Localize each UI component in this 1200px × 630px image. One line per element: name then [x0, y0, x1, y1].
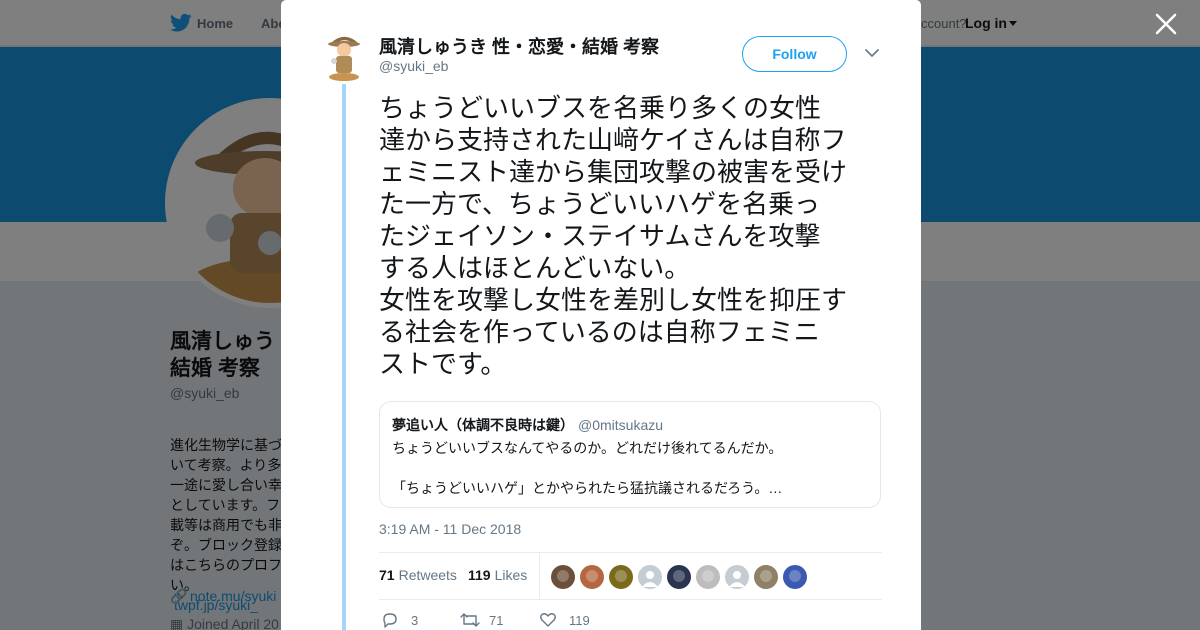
- liker-avatar-6[interactable]: [754, 565, 778, 589]
- quoted-tweet-header: 夢追い人（体調不良時は鍵） @0mitsukazu: [392, 416, 868, 434]
- liker-avatar-2[interactable]: [580, 565, 604, 589]
- reply-icon: [383, 613, 397, 628]
- tweet-modal: 風清しゅうき 性・恋愛・結婚 考察 @syuki_eb Follow ちょうどい…: [281, 0, 921, 630]
- reply-count: 3: [411, 613, 419, 628]
- retweet-icon: [460, 613, 480, 627]
- author-avatar[interactable]: [325, 31, 363, 81]
- quoted-tweet[interactable]: 夢追い人（体調不良時は鍵） @0mitsukazu ちょうどいいブスなんてやるのか…: [379, 401, 881, 508]
- tweet-text: ちょうどいいブスを名乗り多くの女性 達から支持された山﨑ケイさんは自称フ ェミニ…: [379, 94, 848, 380]
- likes-count: 119: [468, 567, 491, 583]
- author-name[interactable]: 風清しゅうき 性・恋愛・結婚 考察: [379, 33, 659, 59]
- quoted-tweet-text: ちょうどいいブスなんてやるのか。どれだけ後れてるんだか。 「ちょうどいいハゲ」と…: [392, 440, 783, 496]
- likes-stat[interactable]: 119 Likes: [468, 567, 527, 583]
- stats-divider: [539, 553, 540, 599]
- quoted-author-handle: @0mitsukazu: [578, 417, 664, 433]
- tweet-timestamp[interactable]: 3:19 AM - 11 Dec 2018: [379, 521, 521, 537]
- liker-avatar-1[interactable]: [551, 565, 575, 589]
- thread-line: [342, 84, 346, 630]
- author-handle[interactable]: @syuki_eb: [379, 58, 448, 74]
- heart-icon: [540, 613, 556, 627]
- retweets-label: Retweets: [398, 567, 457, 583]
- chevron-down-icon[interactable]: [865, 48, 879, 58]
- liker-avatar-7[interactable]: [783, 565, 807, 589]
- close-icon[interactable]: [1154, 12, 1178, 36]
- retweets-stat[interactable]: 71 Retweets: [379, 567, 457, 583]
- retweet-count: 71: [489, 613, 504, 628]
- liker-avatar-3[interactable]: [609, 565, 633, 589]
- likes-label: Likes: [494, 567, 528, 583]
- tweet-stats: 71 Retweets 119 Likes: [379, 552, 882, 600]
- follow-button[interactable]: Follow: [742, 36, 847, 72]
- liker-avatar-default[interactable]: [638, 565, 662, 589]
- like-count: 119: [569, 613, 590, 628]
- tweet-actions: 3 71 119: [379, 610, 882, 630]
- liker-avatars: [551, 565, 807, 589]
- liker-avatar-4[interactable]: [667, 565, 691, 589]
- liker-avatar-5[interactable]: [696, 565, 720, 589]
- quoted-author-name: 夢追い人（体調不良時は鍵）: [392, 417, 574, 433]
- retweets-count: 71: [379, 567, 395, 583]
- liker-avatar-default[interactable]: [725, 565, 749, 589]
